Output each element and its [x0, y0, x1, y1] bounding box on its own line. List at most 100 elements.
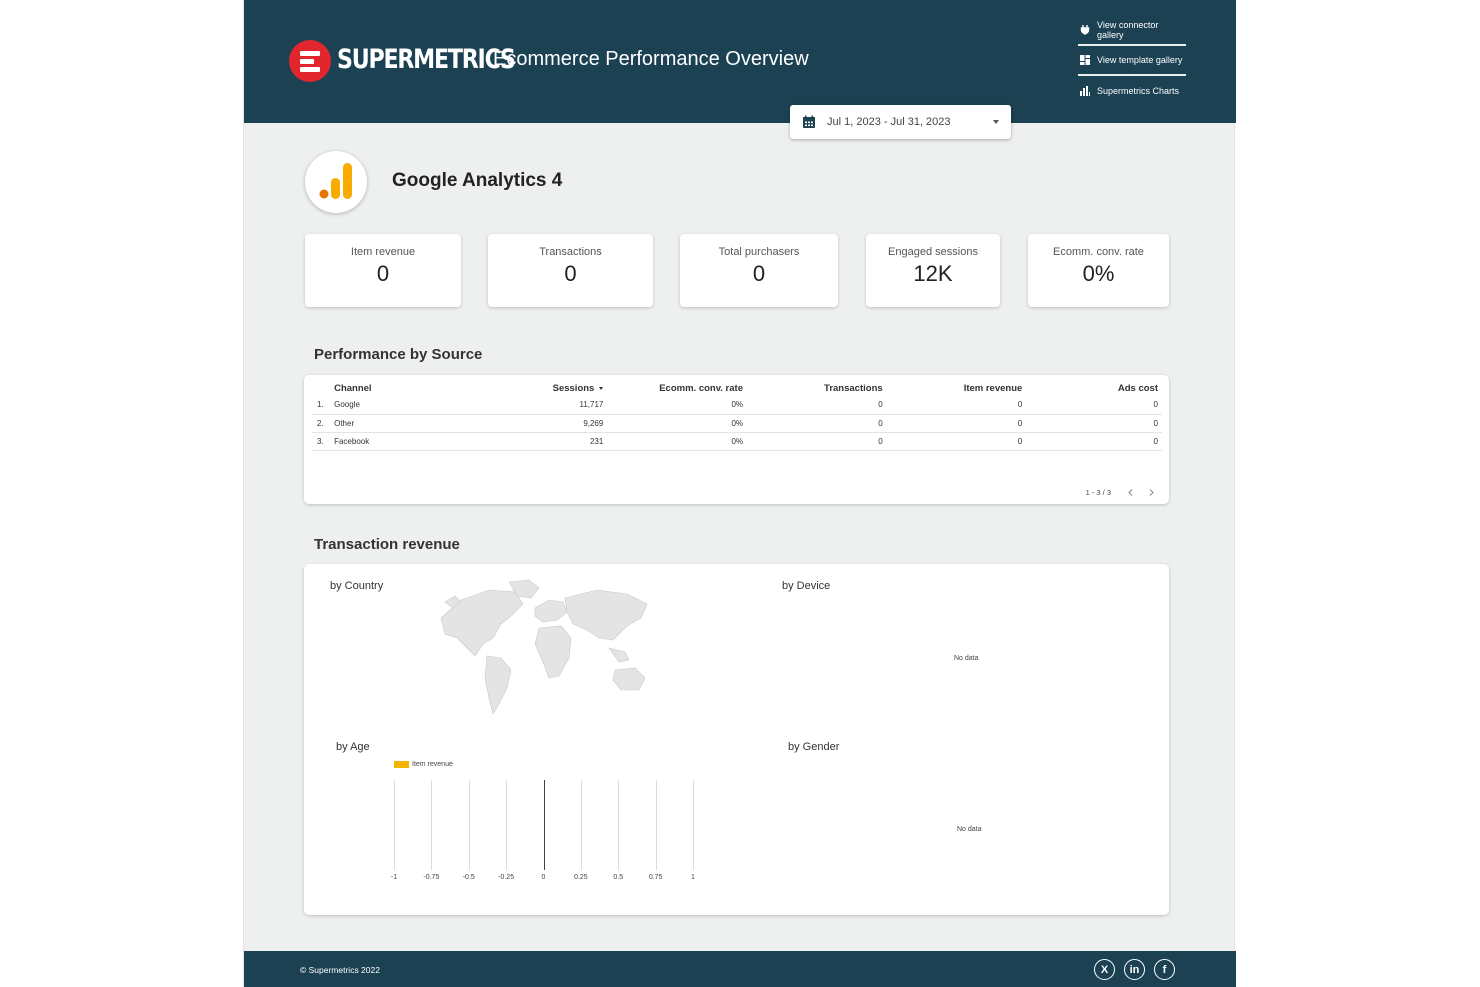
plug-icon: [1080, 25, 1090, 35]
date-range-picker[interactable]: Jul 1, 2023 - Jul 31, 2023: [790, 105, 1011, 139]
table-row: 3. Facebook 231 0% 0 0 0: [312, 432, 1162, 451]
supermetrics-logo-icon: [289, 40, 331, 82]
cell-channel: Facebook: [334, 432, 455, 451]
age-gridline: [618, 780, 620, 870]
kpi-value: 0: [564, 261, 577, 286]
cell-channel: Google: [334, 396, 455, 415]
row-number: 2.: [312, 414, 335, 433]
row-number: 1.: [312, 396, 335, 415]
dashboard-title: Ecommerce Performance Overview: [493, 48, 809, 70]
chevron-right-icon[interactable]: [1148, 489, 1155, 496]
copyright-text: © Supermetrics 2022: [300, 965, 380, 975]
performance-table-card: Channel Sessions Ecomm. conv. rate Trans…: [304, 375, 1169, 504]
date-range-text: Jul 1, 2023 - Jul 31, 2023: [827, 116, 951, 128]
chevron-down-icon: [993, 120, 999, 124]
kpi-label: Ecomm. conv. rate: [1053, 246, 1144, 258]
column-header-ads-cost[interactable]: Ads cost: [1022, 381, 1162, 396]
cell-channel: Other: [334, 414, 455, 433]
gender-no-data: No data: [957, 826, 982, 833]
table-row: 1. Google 11,717 0% 0 0 0: [312, 396, 1162, 415]
age-gridline: [543, 780, 545, 870]
header: SUPERMETRICS Ecommerce Performance Overv…: [244, 0, 1236, 123]
kpi-label: Transactions: [539, 246, 602, 258]
age-gridline: [655, 780, 657, 870]
revenue-section-title: Transaction revenue: [314, 536, 460, 553]
cell-item-revenue: 0: [882, 396, 1023, 415]
dashboard-page: SUPERMETRICS Ecommerce Performance Overv…: [243, 0, 1236, 987]
x-twitter-icon[interactable]: X: [1094, 959, 1115, 980]
template-gallery-label: View template gallery: [1097, 55, 1183, 65]
kpi-total-purchasers: Total purchasers 0: [680, 234, 838, 307]
social-glyph: f: [1162, 963, 1167, 976]
social-glyph: X: [1100, 963, 1109, 976]
row-number: 3.: [312, 432, 335, 451]
legend-swatch: [394, 761, 409, 768]
google-analytics-icon: [305, 151, 367, 213]
age-tick-label: -0.25: [498, 874, 515, 881]
column-header-label: Sessions: [552, 383, 595, 394]
kpi-ecomm-conv-rate: Ecomm. conv. rate 0%: [1028, 234, 1169, 307]
column-header-conv-rate[interactable]: Ecomm. conv. rate: [603, 381, 743, 396]
cell-transactions: 0: [743, 432, 883, 451]
cell-conv-rate: 0%: [603, 432, 743, 451]
quick-links: View connector gallery View template gal…: [1078, 16, 1186, 106]
legend-label: Item revenue: [412, 761, 453, 768]
calendar-icon: [803, 115, 815, 128]
sort-desc-icon: [599, 386, 604, 390]
cell-conv-rate: 0%: [603, 396, 743, 415]
age-tick-label: 0.5: [613, 874, 624, 881]
table-pager: 1 - 3 / 3: [1086, 488, 1155, 497]
by-gender-title: by Gender: [788, 741, 840, 753]
device-no-data: No data: [954, 655, 979, 662]
column-header-channel[interactable]: Channel: [334, 381, 455, 396]
age-tick-label: 0: [541, 874, 546, 881]
linkedin-icon[interactable]: in: [1124, 959, 1145, 980]
social-glyph: in: [1129, 963, 1140, 976]
kpi-value: 0: [376, 261, 390, 286]
column-header-transactions[interactable]: Transactions: [743, 381, 883, 396]
cell-sessions: 11,717: [454, 396, 604, 415]
cell-ads-cost: 0: [1022, 414, 1162, 433]
brand-name: SUPERMETRICS: [337, 44, 516, 75]
kpi-label: Engaged sessions: [888, 246, 978, 258]
cell-transactions: 0: [743, 396, 883, 415]
age-gridline: [468, 780, 470, 870]
cell-ads-cost: 0: [1022, 396, 1162, 415]
kpi-engaged-sessions: Engaged sessions 12K: [866, 234, 1000, 307]
table-row: 2. Other 9,269 0% 0 0 0: [312, 414, 1162, 433]
connector-gallery-link[interactable]: View connector gallery: [1078, 16, 1186, 46]
kpi-label: Total purchasers: [718, 246, 800, 258]
by-country-title: by Country: [330, 580, 384, 592]
age-tick-label: -0.75: [423, 874, 440, 881]
world-map[interactable]: [431, 578, 655, 718]
cell-transactions: 0: [743, 414, 883, 433]
age-tick-label: 0.25: [574, 874, 588, 881]
performance-section-title: Performance by Source: [314, 346, 483, 363]
kpi-item-revenue: Item revenue 0: [305, 234, 461, 307]
pager-text: 1 - 3 / 3: [1085, 488, 1111, 497]
by-age-title: by Age: [336, 741, 370, 753]
column-header-sessions[interactable]: Sessions: [455, 381, 604, 396]
chevron-left-icon[interactable]: [1127, 489, 1134, 496]
age-gridline: [693, 780, 694, 870]
age-chart-legend[interactable]: Item revenue: [394, 761, 453, 768]
cell-conv-rate: 0%: [603, 414, 743, 433]
bar-chart-icon: [1080, 86, 1090, 96]
age-gridline: [394, 780, 395, 870]
kpi-value: 12K: [913, 261, 953, 286]
age-tick-label: -0.5: [462, 874, 475, 881]
age-gridline: [506, 780, 508, 870]
age-gridline: [580, 780, 582, 870]
cell-sessions: 9,269: [454, 414, 604, 433]
age-tick-label: -1: [390, 874, 398, 881]
age-gridline: [431, 780, 433, 870]
footer: © Supermetrics 2022 X in f: [244, 951, 1236, 987]
cell-sessions: 231: [454, 432, 604, 451]
facebook-icon[interactable]: f: [1154, 959, 1175, 980]
cell-ads-cost: 0: [1022, 432, 1162, 451]
supermetrics-charts-link[interactable]: Supermetrics Charts: [1078, 76, 1186, 106]
column-header-item-revenue[interactable]: Item revenue: [883, 381, 1023, 396]
template-gallery-link[interactable]: View template gallery: [1078, 46, 1186, 76]
kpi-value: 0: [752, 261, 766, 286]
data-source-title: Google Analytics 4: [392, 170, 563, 191]
